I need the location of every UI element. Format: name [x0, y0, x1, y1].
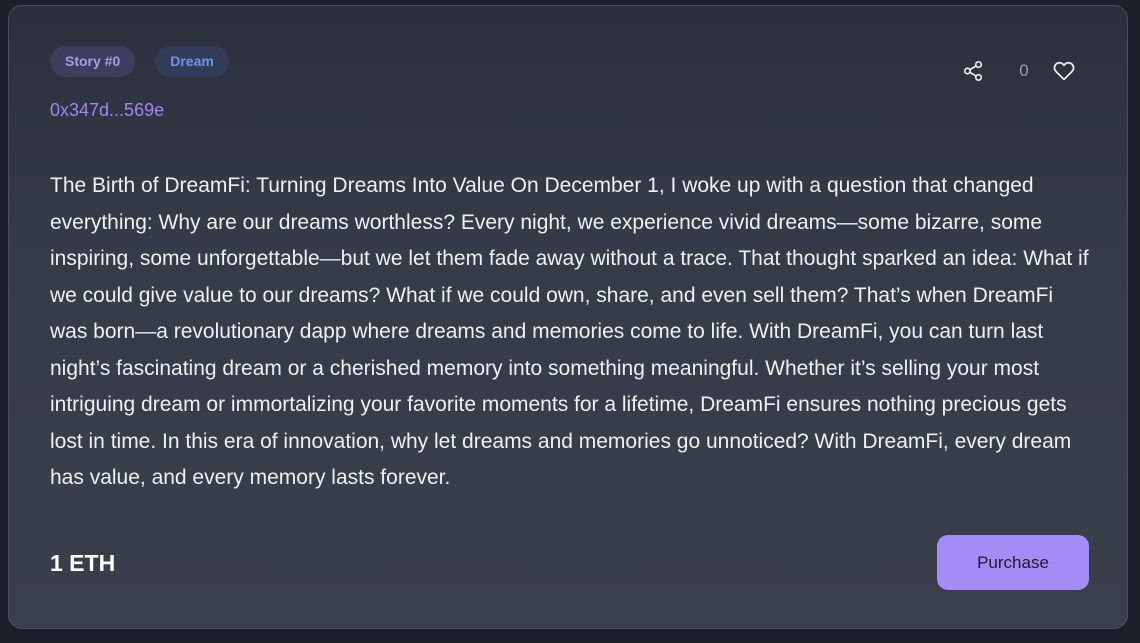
story-card: Story #0 Dream 0x347d...569e 0 The Birth… — [8, 5, 1128, 629]
category-badge[interactable]: Dream — [155, 46, 229, 77]
price-label: 1 ETH — [50, 550, 116, 576]
like-count: 0 — [1019, 61, 1029, 80]
owner-address[interactable]: 0x347d...569e — [50, 100, 164, 121]
story-number-badge: Story #0 — [50, 46, 136, 77]
heart-icon[interactable] — [1053, 60, 1075, 82]
purchase-button[interactable]: Purchase — [937, 535, 1089, 590]
share-icon[interactable] — [962, 60, 984, 82]
card-actions: 0 — [962, 60, 1075, 82]
tag-list: Story #0 Dream — [50, 46, 229, 77]
story-body: The Birth of DreamFi: Turning Dreams Int… — [50, 174, 1089, 489]
